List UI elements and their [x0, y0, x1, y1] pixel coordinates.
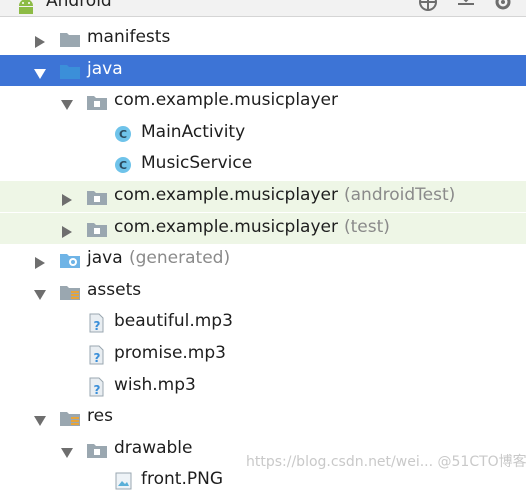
package-icon	[86, 219, 108, 239]
tree-item-label: assets	[87, 280, 142, 300]
tree-row-mainactivity[interactable]: C MainActivity	[0, 118, 526, 149]
generated-folder-icon	[59, 250, 81, 270]
unknown-file-icon: ?	[86, 313, 108, 333]
resource-folder-icon	[59, 282, 81, 302]
tree-item-label: com.example.musicplayer	[114, 185, 338, 205]
expanded-arrow-icon[interactable]	[33, 65, 47, 79]
tree-row-res[interactable]: res	[0, 402, 526, 433]
class-icon: C	[113, 155, 135, 175]
tree-row-pkg-main[interactable]: com.example.musicplayer	[0, 86, 526, 117]
tree-row-java[interactable]: java	[0, 55, 526, 86]
package-icon	[86, 92, 108, 112]
unknown-file-icon: ?	[86, 345, 108, 365]
tree-row-pkg-test[interactable]: com.example.musicplayer (test)	[0, 213, 526, 244]
project-tree: manifests java com.example.musicplayer C Mai…	[0, 0, 526, 490]
package-icon	[86, 187, 108, 207]
resource-folder-icon	[59, 408, 81, 428]
tree-item-suffix: (test)	[344, 217, 390, 237]
tree-row-musicservice[interactable]: C MusicService	[0, 149, 526, 180]
tree-item-label: wish.mp3	[114, 375, 196, 395]
svg-text:?: ?	[94, 351, 101, 365]
tree-item-label: front.PNG	[141, 469, 223, 489]
svg-text:?: ?	[94, 319, 101, 333]
tree-row-manifests[interactable]: manifests	[0, 23, 526, 54]
svg-text:C: C	[119, 128, 127, 141]
tree-item-label: java	[87, 248, 123, 268]
package-icon	[86, 440, 108, 460]
collapsed-arrow-icon[interactable]	[33, 33, 47, 48]
expanded-arrow-icon[interactable]	[60, 444, 74, 458]
class-icon: C	[113, 124, 135, 144]
collapsed-arrow-icon[interactable]	[60, 191, 74, 206]
tree-row-pkg-androidtest[interactable]: com.example.musicplayer (androidTest)	[0, 181, 526, 212]
expanded-arrow-icon[interactable]	[60, 96, 74, 110]
tree-row-assets[interactable]: assets	[0, 276, 526, 307]
tree-row-beautiful[interactable]: ? beautiful.mp3	[0, 307, 526, 338]
collapsed-arrow-icon[interactable]	[60, 223, 74, 238]
tree-item-label: drawable	[114, 438, 193, 458]
collapsed-arrow-icon[interactable]	[33, 254, 47, 269]
svg-text:C: C	[119, 159, 127, 172]
tree-item-label: beautiful.mp3	[114, 311, 233, 331]
image-file-icon	[113, 471, 135, 491]
unknown-file-icon: ?	[86, 377, 108, 397]
tree-item-label: com.example.musicplayer	[114, 90, 338, 110]
expanded-arrow-icon[interactable]	[33, 412, 47, 426]
tree-item-label: promise.mp3	[114, 343, 226, 363]
expanded-arrow-icon[interactable]	[33, 286, 47, 300]
svg-text:?: ?	[94, 383, 101, 397]
tree-item-suffix: (generated)	[129, 248, 231, 268]
tree-row-promise[interactable]: ? promise.mp3	[0, 339, 526, 370]
tree-item-label: res	[87, 406, 113, 426]
folder-icon	[59, 29, 81, 49]
tree-item-label: manifests	[87, 27, 171, 47]
tree-item-label: com.example.musicplayer	[114, 217, 338, 237]
tree-row-wish[interactable]: ? wish.mp3	[0, 371, 526, 402]
tree-item-label: MusicService	[141, 153, 253, 173]
watermark: https://blog.csdn.net/wei... @51CTO博客	[246, 454, 526, 470]
tree-item-label: java	[87, 59, 123, 79]
tree-item-label: MainActivity	[141, 122, 246, 142]
tree-row-java-generated[interactable]: java (generated)	[0, 244, 526, 275]
tree-item-suffix: (androidTest)	[344, 185, 456, 205]
source-folder-icon	[59, 61, 81, 81]
